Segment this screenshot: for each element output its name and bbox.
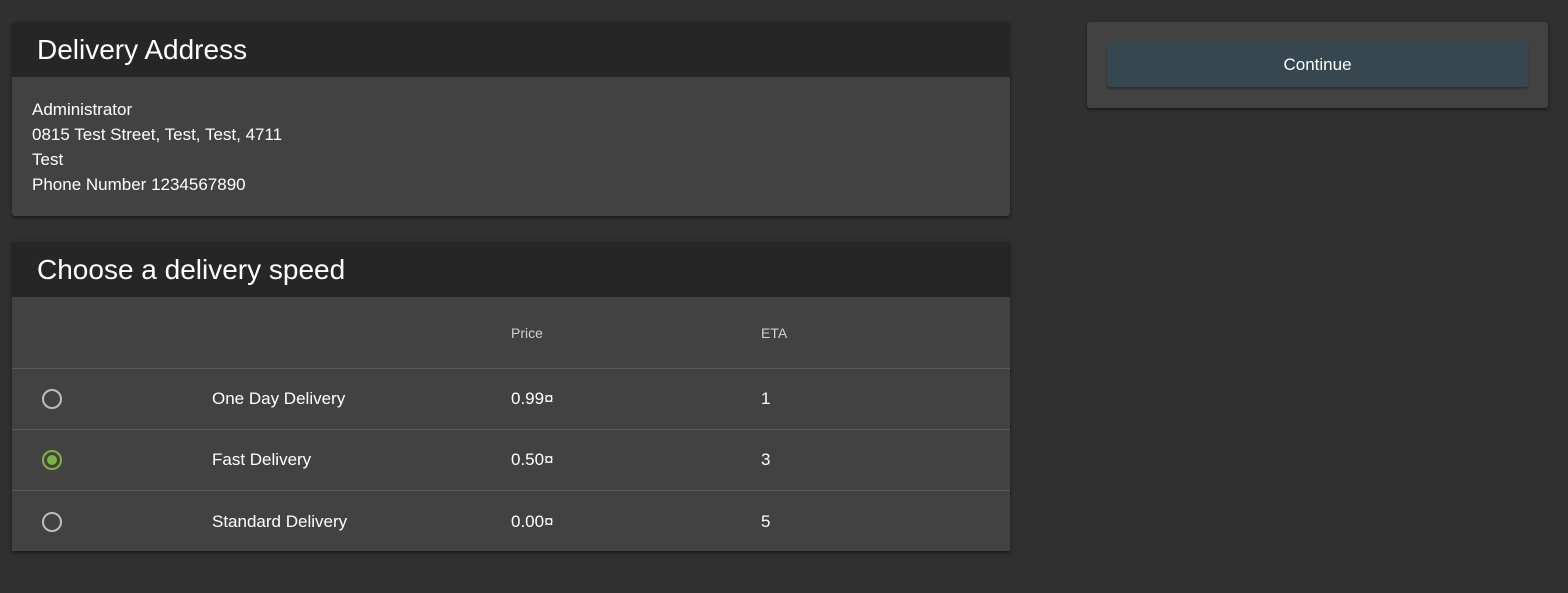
continue-button[interactable]: Continue — [1107, 42, 1528, 87]
table-header-row: Price ETA — [12, 297, 1010, 369]
delivery-option-eta: 1 — [761, 389, 771, 408]
price-column-header: Price — [511, 324, 543, 341]
table-row[interactable]: Standard Delivery 0.00¤ 5 — [12, 491, 1010, 551]
address-country: Test — [32, 150, 64, 169]
address-name: Administrator — [32, 100, 133, 119]
table-row[interactable]: Fast Delivery 0.50¤ 3 — [12, 430, 1010, 491]
delivery-option-name: Fast Delivery — [212, 450, 312, 469]
delivery-options-table: Price ETA One Day Delivery 0.99¤ 1 Fast … — [12, 297, 1010, 551]
delivery-option-eta: 5 — [761, 511, 771, 531]
delivery-address-card: Delivery Address Administrator 0815 Test… — [12, 22, 1010, 216]
address-street: 0815 Test Street, Test, Test, 4711 — [32, 125, 283, 144]
delivery-address-title: Delivery Address — [12, 22, 1010, 77]
delivery-option-name: Standard Delivery — [212, 511, 348, 531]
address-details: Administrator 0815 Test Street, Test, Te… — [12, 77, 1010, 197]
delivery-option-price: 0.50¤ — [511, 450, 554, 469]
address-phone: Phone Number 1234567890 — [32, 175, 246, 194]
delivery-option-eta: 3 — [761, 450, 771, 469]
delivery-option-radio-standard[interactable] — [42, 511, 62, 532]
delivery-option-price: 0.99¤ — [511, 389, 554, 408]
delivery-option-radio-one-day[interactable] — [42, 389, 62, 409]
delivery-option-radio-fast[interactable] — [42, 450, 62, 470]
delivery-speed-card: Choose a delivery speed Price ETA One Da… — [12, 242, 1010, 551]
eta-column-header: ETA — [761, 324, 788, 341]
delivery-option-name: One Day Delivery — [212, 389, 346, 408]
table-row[interactable]: One Day Delivery 0.99¤ 1 — [12, 369, 1010, 430]
delivery-option-price: 0.00¤ — [511, 511, 554, 531]
checkout-actions-card: Continue — [1087, 22, 1548, 108]
delivery-speed-title: Choose a delivery speed — [12, 242, 1010, 297]
